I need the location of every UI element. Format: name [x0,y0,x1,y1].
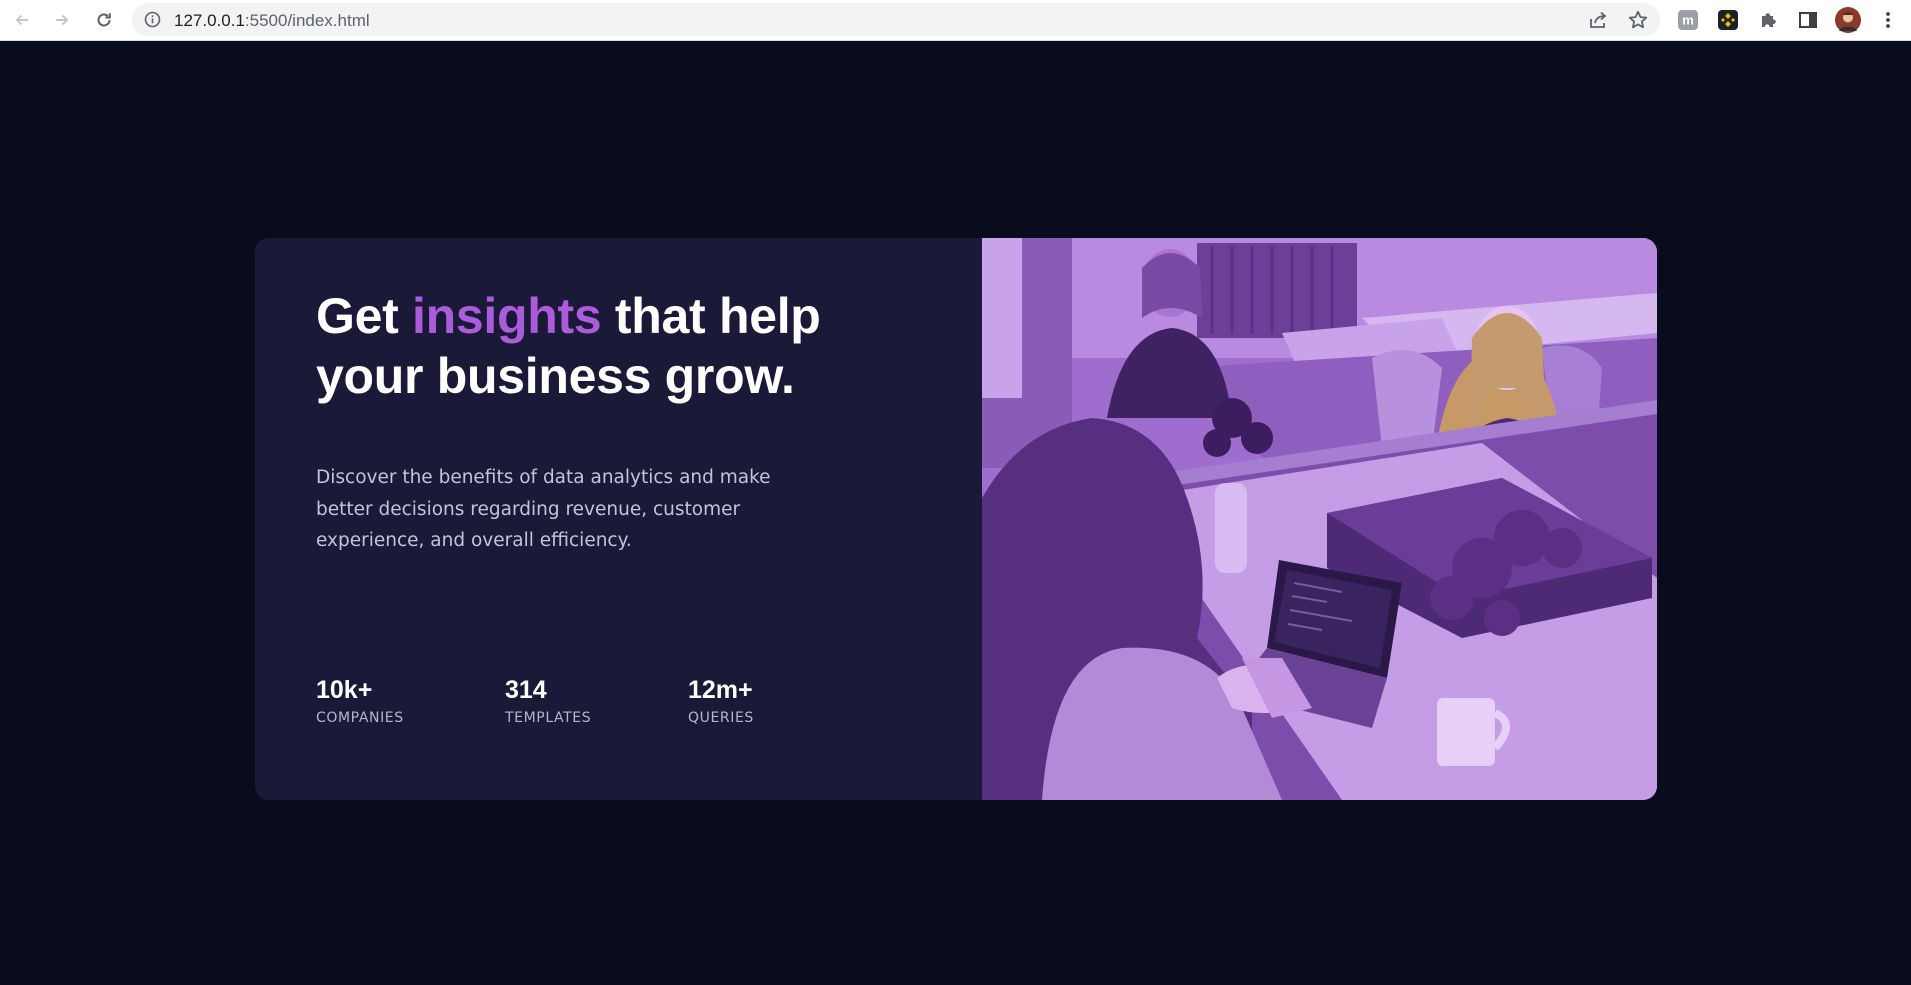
side-panel-icon[interactable] [1795,7,1821,33]
description: Discover the benefits of data analytics … [316,467,771,551]
svg-text:m: m [1682,13,1694,28]
profile-avatar[interactable] [1835,7,1861,33]
url-path: :5500/index.html [244,11,370,30]
stat-queries: 12m+ QUERIES [688,675,754,726]
stat-templates: 314 TEMPLATES [505,675,591,726]
reload-button[interactable] [90,6,118,34]
url-text: 127.0.0.1:5500/index.html [174,11,370,31]
stat-label: TEMPLATES [505,710,592,726]
stat-value: 10k+ [316,676,373,704]
headline-start: Get [316,288,413,344]
browser-toolbar: 127.0.0.1:5500/index.html m [0,0,1911,41]
back-arrow-icon [15,14,28,26]
reload-icon [97,13,111,27]
stat-value: 12m+ [688,676,753,704]
site-info-icon[interactable] [144,11,161,28]
stat-label: QUERIES [688,710,754,726]
forward-button[interactable] [48,6,76,34]
card-content: Get insights that help your business gro… [316,286,836,557]
office-team-photo [982,238,1657,800]
mendeley-extension-icon[interactable]: m [1675,7,1701,33]
forward-arrow-icon [56,14,69,26]
stat-companies: 10k+ COMPANIES [316,675,404,726]
stats-row: 10k+ COMPANIES 314 TEMPLATES 12m+ QUERIE… [316,675,836,735]
extensions-puzzle-icon[interactable] [1755,7,1781,33]
stat-value: 314 [505,676,547,704]
stat-label: COMPANIES [316,710,404,726]
headline-accent: insights [412,288,602,344]
address-bar[interactable]: 127.0.0.1:5500/index.html [132,3,1660,36]
binance-extension-icon[interactable] [1715,7,1741,33]
headline: Get insights that help your business gro… [316,286,836,406]
bookmark-star-icon[interactable] [1627,9,1649,31]
share-icon[interactable] [1587,9,1609,31]
url-host: 127.0.0.1 [174,11,245,30]
office-photo-illustration [982,238,1657,800]
more-menu-icon[interactable] [1875,7,1901,33]
back-button[interactable] [8,6,36,34]
stats-preview-card: Get insights that help your business gro… [255,238,1657,800]
